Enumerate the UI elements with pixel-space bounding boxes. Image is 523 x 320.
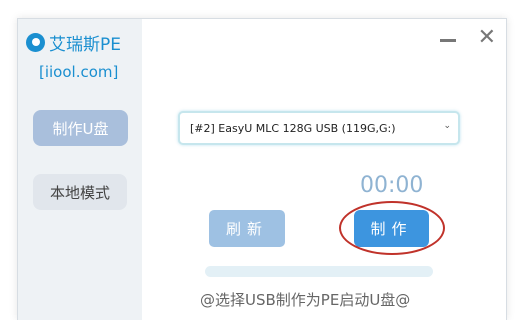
app-title-text: 艾瑞斯PE	[49, 34, 121, 55]
chevron-down-icon: ⌄	[443, 121, 451, 131]
timer: 00:00	[360, 173, 424, 198]
app-window: 艾瑞斯PE [iiool.com] 制作U盘 本地模式 ✕ [#2] EasyU…	[17, 18, 507, 320]
sidebar-item-local-mode[interactable]: 本地模式	[33, 174, 127, 210]
device-select[interactable]: [#2] EasyU MLC 128G USB (119G,G:) ⌄	[178, 111, 460, 145]
make-button-label: 制作	[370, 220, 413, 238]
close-icon[interactable]: ✕	[478, 27, 496, 49]
sidebar-item-make-usb[interactable]: 制作U盘	[33, 110, 128, 146]
window-controls: ✕	[439, 27, 496, 49]
minimize-icon[interactable]	[439, 38, 456, 42]
sidebar-item-label: 制作U盘	[52, 119, 109, 138]
site-link[interactable]: [iiool.com]	[39, 63, 118, 81]
sidebar: 艾瑞斯PE [iiool.com] 制作U盘 本地模式	[18, 19, 142, 320]
refresh-button[interactable]: 刷新	[209, 210, 285, 247]
make-button[interactable]: 制作	[354, 210, 429, 247]
device-select-value: [#2] EasyU MLC 128G USB (119G,G:)	[190, 121, 396, 135]
sidebar-item-label: 本地模式	[49, 183, 110, 202]
app-title: 艾瑞斯PE	[26, 29, 121, 55]
refresh-button-label: 刷新	[225, 220, 268, 238]
progress-bar	[205, 266, 433, 277]
app-logo-icon	[26, 32, 45, 52]
status-text: @选择USB制作为PE启动U盘@	[200, 291, 411, 309]
